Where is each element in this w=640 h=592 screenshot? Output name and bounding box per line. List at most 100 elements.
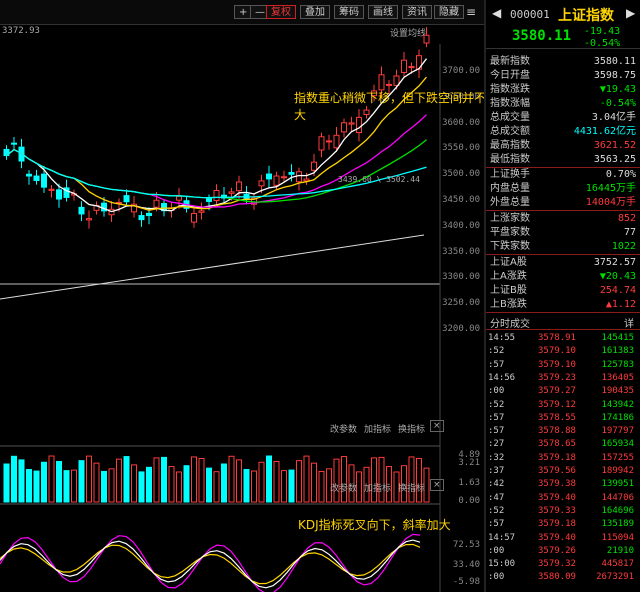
kdj-add-indicator-button[interactable]: 加指标 [364, 481, 391, 494]
overlay-button[interactable]: 叠加 [300, 5, 330, 19]
tick-volume: 190435 [601, 386, 634, 397]
quote-row-label: 上证B股 [490, 285, 527, 296]
stock-change: -19.43 [584, 26, 621, 37]
quote-row-label: 最低指数 [490, 154, 530, 165]
tick-time: :47 [488, 492, 505, 503]
volume-bar [266, 455, 272, 503]
chips-button[interactable]: 筹码 [334, 5, 364, 19]
back-arrow-icon[interactable]: ◀ [492, 6, 501, 20]
volume-bar [311, 462, 317, 503]
price-axis-label: 3300.00 [442, 272, 480, 283]
volume-bar [153, 457, 160, 503]
candle-body [326, 140, 332, 143]
quote-row: 总成交量 3.04亿手 [486, 111, 640, 124]
candle-body [11, 142, 17, 145]
price-axis-label: 3400.00 [442, 220, 480, 231]
quote-row-label: 下跌家数 [490, 241, 530, 252]
draw-line-button[interactable]: 画线 [368, 5, 398, 19]
tick-time: 14:57 [488, 532, 516, 543]
volume-bar [138, 471, 145, 503]
kdj-axis-label: -5.98 [452, 577, 480, 587]
kdj-j-line [0, 533, 421, 592]
tick-volume: 135189 [601, 519, 634, 530]
tick-price: 3579.18 [538, 452, 576, 463]
tick-volume: 161383 [601, 346, 634, 357]
candle-body [26, 173, 32, 177]
quote-row: 今日开盘 3598.75 [486, 69, 640, 82]
tick-price: 3579.10 [538, 346, 576, 357]
tick-price: 3579.33 [538, 505, 576, 516]
kline-chart-panel: 3372.93 设置均线 3700.00 3650.00 3600.00 3550.0… [0, 24, 486, 592]
stock-price: 3580.11 [512, 28, 572, 44]
candle-body [318, 136, 325, 151]
volume-bar [341, 456, 347, 503]
tick-price: 3579.27 [538, 386, 576, 397]
quote-row: 外盘总量 14004万手 [486, 196, 640, 209]
quote-row-value: -0.54% [599, 98, 636, 109]
tick-price: 3579.40 [538, 492, 576, 503]
menu-icon[interactable]: ≡ [466, 5, 476, 19]
volume-bar [258, 461, 265, 503]
tick-time: :00 [488, 572, 505, 583]
candle-body [386, 83, 392, 86]
candle-body [123, 195, 130, 203]
kdj-k-line [0, 539, 421, 589]
tick-row: :47 3579.40 144706 [486, 492, 640, 504]
volume-bar [41, 461, 47, 503]
tick-price: 3580.09 [538, 572, 576, 583]
quote-row-label: 上证A股 [490, 257, 527, 268]
volume-bar [378, 456, 385, 503]
vol-change-indicator-button[interactable]: 换指标 [398, 422, 425, 435]
vol-close-icon[interactable]: × [430, 420, 444, 432]
volume-bar [206, 467, 212, 503]
volume-bar [56, 460, 62, 503]
tick-price: 3578.65 [538, 439, 576, 450]
volume-bar [63, 470, 70, 503]
stock-change-pct: -0.54% [584, 38, 621, 49]
quote-row: 上证B股 254.74 [486, 284, 640, 297]
volume-bar [108, 468, 115, 503]
ma-note: 3439.60 \ 3502.44 [338, 175, 420, 184]
news-button[interactable]: 资讯 [402, 5, 432, 19]
tick-price: 3579.23 [538, 372, 576, 383]
volume-bar [168, 466, 175, 503]
tick-row: 15:00 3579.32 445817 [486, 558, 640, 570]
quote-row-value: ▼19.43 [599, 84, 636, 95]
quote-row-label: 上B涨跌 [490, 299, 527, 310]
price-axis-label: 3200.00 [442, 324, 480, 334]
kdj-change-indicator-button[interactable]: 换指标 [398, 481, 425, 494]
tick-row: 14:57 3579.40 115094 [486, 532, 640, 544]
quote-row-label: 上A涨跌 [490, 271, 527, 282]
volume-bar [273, 460, 280, 503]
vol-add-indicator-button[interactable]: 加指标 [364, 422, 391, 435]
volume-bar [251, 470, 257, 503]
tick-row: 14:55 3578.91 145415 [486, 332, 640, 344]
volume-bar [131, 464, 137, 503]
kdj-close-icon[interactable]: × [430, 479, 444, 491]
candle-body [266, 173, 272, 180]
tick-volume: 189942 [601, 466, 634, 476]
kdj-edit-params-button[interactable]: 改参数 [330, 481, 357, 494]
adjust-button[interactable]: 复权 [266, 5, 296, 19]
ticks-header: 分时成交 详 [486, 312, 640, 330]
vol-edit-params-button[interactable]: 改参数 [330, 422, 357, 435]
hide-button[interactable]: 隐藏 [434, 5, 464, 19]
quote-row-value: 77 [623, 227, 636, 238]
tick-row: :42 3579.38 139951 [486, 478, 640, 490]
quote-row-value: 3563.25 [593, 154, 636, 165]
quote-row-value: 3.04亿手 [591, 112, 636, 123]
ticks-detail-button[interactable]: 详 [624, 315, 634, 330]
kdj-axis-label: 33.40 [452, 560, 480, 570]
forward-arrow-icon[interactable]: ▶ [626, 6, 635, 20]
tick-volume: 136405 [601, 372, 634, 383]
quote-row-value: 254.74 [599, 285, 636, 296]
candle-body [281, 176, 287, 179]
tick-time: :57 [488, 426, 505, 437]
volume-bar [93, 462, 100, 503]
kdj-axis-label: 72.53 [452, 540, 480, 550]
quote-row-value: ▼20.43 [599, 271, 636, 282]
volume-bar [371, 457, 377, 503]
tick-price: 3579.12 [538, 399, 576, 410]
tick-price: 3579.56 [538, 466, 576, 476]
tick-volume: 143942 [601, 399, 634, 410]
